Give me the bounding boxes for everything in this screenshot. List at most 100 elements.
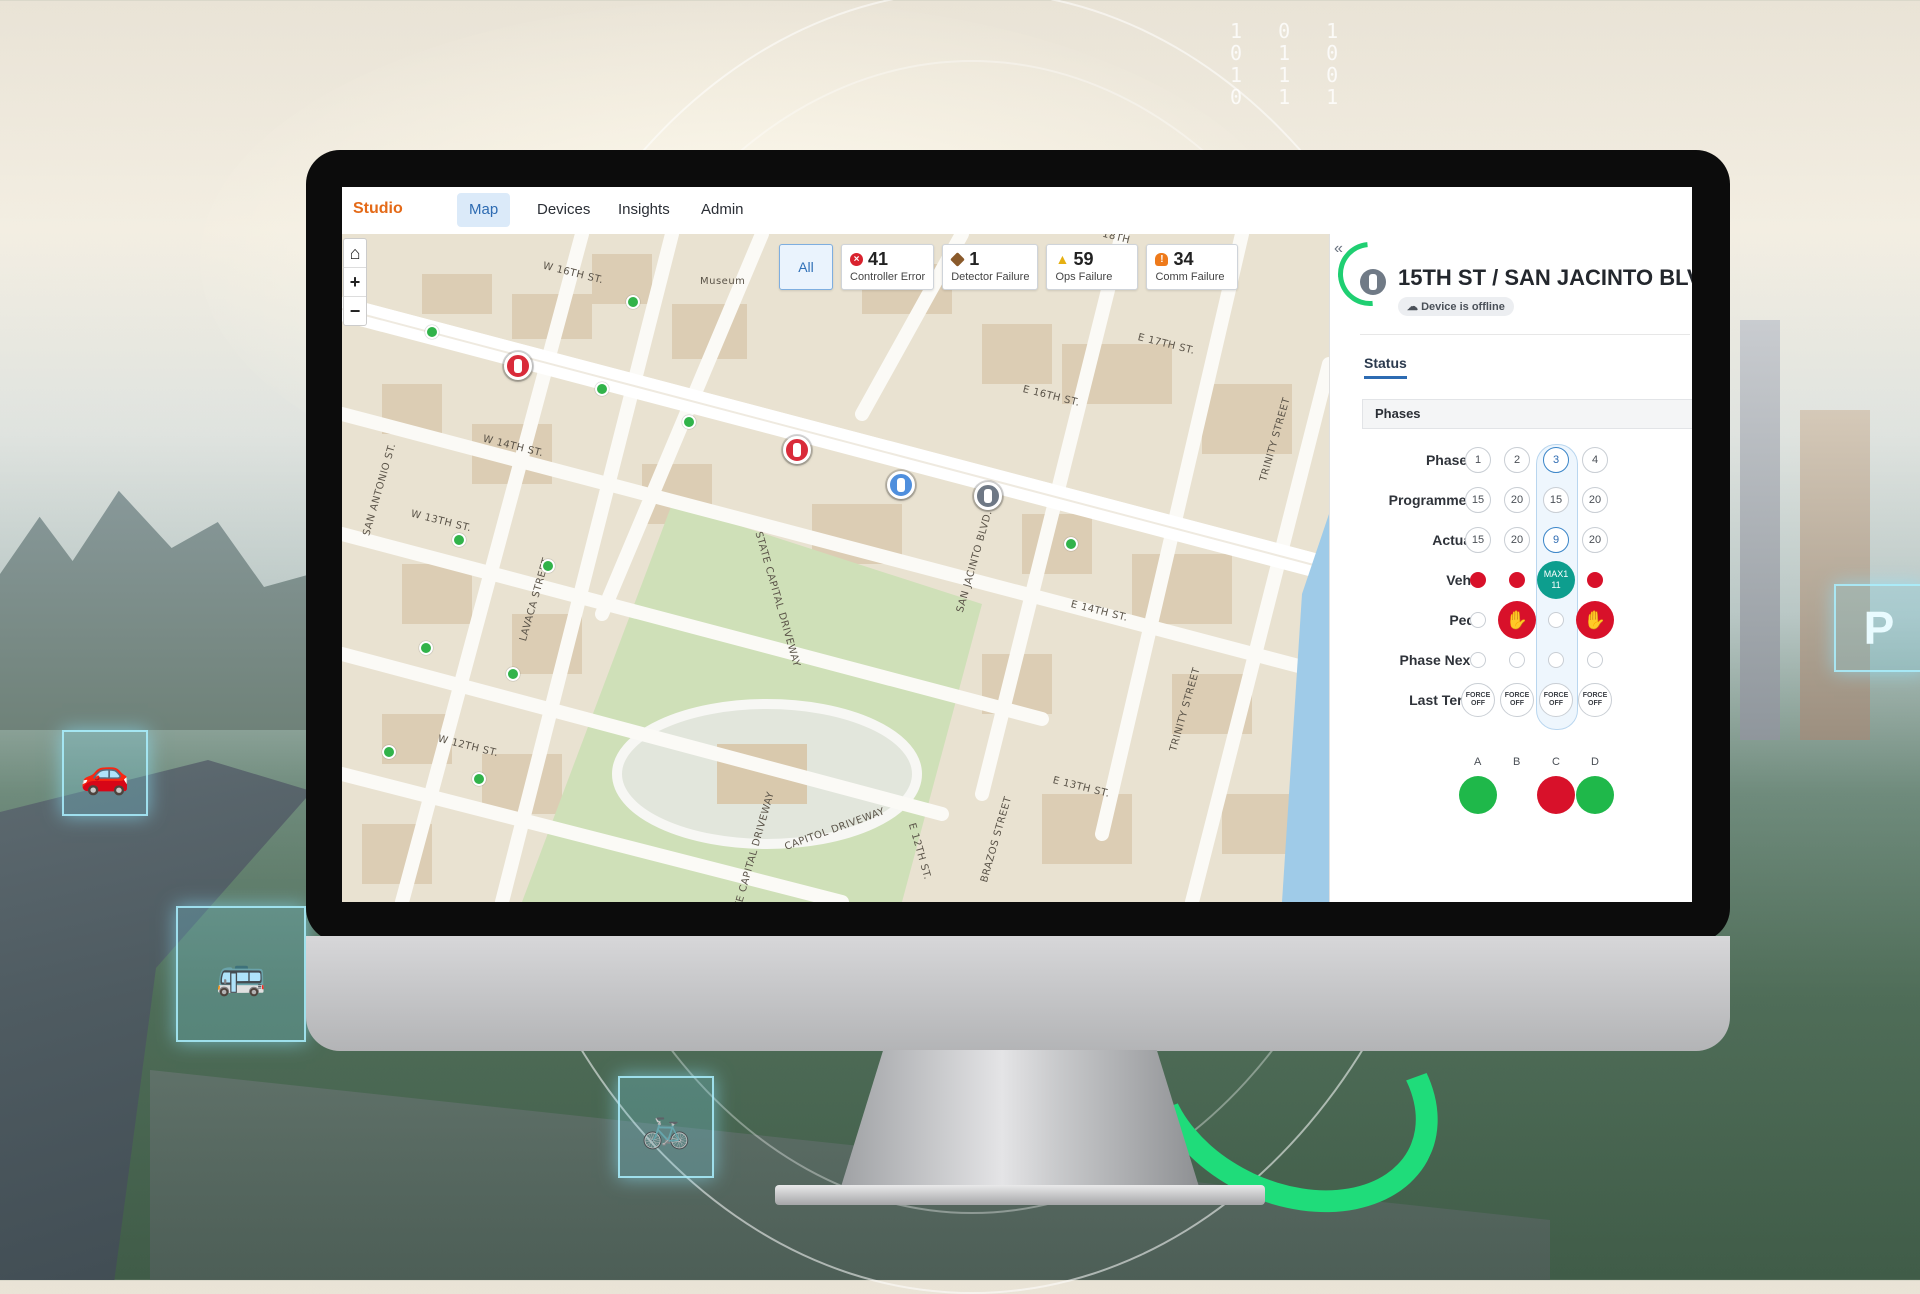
traffic-signal-marker-error[interactable] [504, 352, 532, 380]
ring-letter: D [1591, 756, 1599, 768]
x-circle-icon: × [850, 253, 863, 266]
veh-red-indicator [1509, 572, 1525, 588]
programmed-value: 15 [1465, 487, 1491, 513]
actual-value: 20 [1582, 527, 1608, 553]
monitor-foot [775, 1185, 1265, 1205]
filter-label: Controller Error [850, 271, 926, 283]
bicycle-icon: 🚲 [618, 1076, 714, 1178]
veh-red-indicator [1587, 572, 1603, 588]
ped-empty-indicator [1470, 612, 1486, 628]
map-controls: ⌂ + − [343, 238, 367, 326]
alarm-filter-bar: All × 41 Controller Error 1 Detector Fail… [779, 244, 1239, 290]
filter-label: Detector Failure [951, 271, 1030, 283]
collapse-panel-icon[interactable]: « [1334, 240, 1343, 258]
phase-next-indicator [1587, 652, 1603, 668]
device-dot[interactable] [382, 745, 396, 759]
device-detail-panel: « 15TH ST / SAN JACINTO BLVD ☁ Device is… [1324, 228, 1692, 902]
row-label-phase-next: Phase Next [1399, 652, 1475, 668]
traffic-signal-marker-offline[interactable] [974, 482, 1002, 510]
diamond-icon [950, 252, 966, 267]
tab-devices[interactable]: Devices [525, 193, 602, 227]
ring-letter: B [1513, 756, 1521, 768]
ring-green-indicator [1576, 776, 1614, 814]
programmed-value: 20 [1582, 487, 1608, 513]
zoom-in-button[interactable]: + [344, 268, 366, 297]
warning-icon: ▲ [1055, 251, 1070, 267]
filter-all-button[interactable]: All [779, 244, 833, 290]
tab-admin[interactable]: Admin [689, 193, 756, 227]
device-dot[interactable] [452, 533, 466, 547]
traffic-signal-marker-selected[interactable] [887, 471, 915, 499]
tab-insights[interactable]: Insights [606, 193, 682, 227]
dont-walk-hand-icon: ✋ [1498, 601, 1536, 639]
divider [1360, 334, 1690, 335]
cloud-warning-icon: ! [1155, 253, 1169, 266]
background-hills [0, 490, 330, 730]
offline-badge-text: Device is offline [1421, 301, 1505, 313]
last-term-value: FORCE OFF [1461, 683, 1495, 717]
programmed-value: 15 [1543, 487, 1569, 513]
decor-binary: 1 0 10 1 01 1 00 1 1 [1230, 19, 1351, 109]
traffic-signal-marker-error[interactable] [783, 436, 811, 464]
filter-controller-error[interactable]: × 41 Controller Error [841, 244, 935, 290]
ring-letter: A [1474, 756, 1482, 768]
max-time: 11 [1551, 580, 1561, 590]
tab-map[interactable]: Map [457, 193, 511, 227]
app-screen: Studio Map Devices Insights Admin W 16TH… [342, 187, 1692, 902]
home-icon[interactable]: ⌂ [344, 239, 366, 268]
phases-section-header[interactable]: Phases [1362, 399, 1692, 429]
top-navigation: Studio Map Devices Insights Admin [342, 187, 1692, 235]
dont-walk-hand-icon: ✋ [1576, 601, 1614, 639]
bus-wifi-icon: 🚌 [176, 906, 306, 1042]
veh-red-indicator [1470, 572, 1486, 588]
offline-icon: ☁ [1407, 301, 1422, 313]
monitor-stand [840, 1050, 1200, 1190]
monitor-chin [306, 936, 1730, 1051]
parking-icon: P [1834, 584, 1920, 672]
device-dot[interactable] [626, 295, 640, 309]
device-dot[interactable] [682, 415, 696, 429]
filter-label: Ops Failure [1055, 271, 1113, 283]
device-dot[interactable] [1064, 537, 1078, 551]
tab-status[interactable]: Status [1364, 355, 1407, 379]
device-dot[interactable] [595, 382, 609, 396]
offline-badge: ☁ Device is offline [1398, 297, 1514, 316]
row-label-programmed: Programmed [1388, 492, 1475, 508]
filter-count: 41 [868, 249, 889, 269]
phase-number[interactable]: 4 [1582, 447, 1608, 473]
phase-next-indicator [1470, 652, 1486, 668]
map-canvas [342, 234, 1329, 902]
filter-count: 1 [969, 249, 980, 269]
zoom-out-button[interactable]: − [344, 297, 366, 325]
device-dot[interactable] [425, 325, 439, 339]
actual-value: 9 [1543, 527, 1569, 553]
last-term-value: FORCE OFF [1578, 683, 1612, 717]
filter-label: Comm Failure [1155, 271, 1225, 283]
filter-count: 59 [1073, 249, 1094, 269]
device-dot[interactable] [472, 772, 486, 786]
last-term-value: FORCE OFF [1539, 683, 1573, 717]
ped-empty-indicator [1548, 612, 1564, 628]
actual-value: 20 [1504, 527, 1530, 553]
device-dot[interactable] [541, 559, 555, 573]
programmed-value: 20 [1504, 487, 1530, 513]
phase-next-indicator [1548, 652, 1564, 668]
section-title: Phases [1375, 406, 1421, 421]
actual-value: 15 [1465, 527, 1491, 553]
app-brand[interactable]: Studio [353, 200, 403, 218]
filter-comm-failure[interactable]: ! 34 Comm Failure [1146, 244, 1239, 290]
poi-label: Museum [700, 276, 746, 287]
device-dot[interactable] [419, 641, 433, 655]
filter-detector-failure[interactable]: 1 Detector Failure [942, 244, 1039, 290]
phase-number[interactable]: 2 [1504, 447, 1530, 473]
ring-green-indicator [1459, 776, 1497, 814]
device-dot[interactable] [506, 667, 520, 681]
filter-count: 34 [1173, 249, 1194, 269]
phase-number-selected[interactable]: 3 [1543, 447, 1569, 473]
ring-red-indicator [1537, 776, 1575, 814]
max-label: MAX1 [1543, 569, 1569, 579]
phase-number[interactable]: 1 [1465, 447, 1491, 473]
map-view[interactable]: W 16TH ST. Museum E 17TH ST. E 16TH ST. … [342, 234, 1329, 902]
filter-ops-failure[interactable]: ▲ 59 Ops Failure [1046, 244, 1139, 290]
ring-letter: C [1552, 756, 1560, 768]
